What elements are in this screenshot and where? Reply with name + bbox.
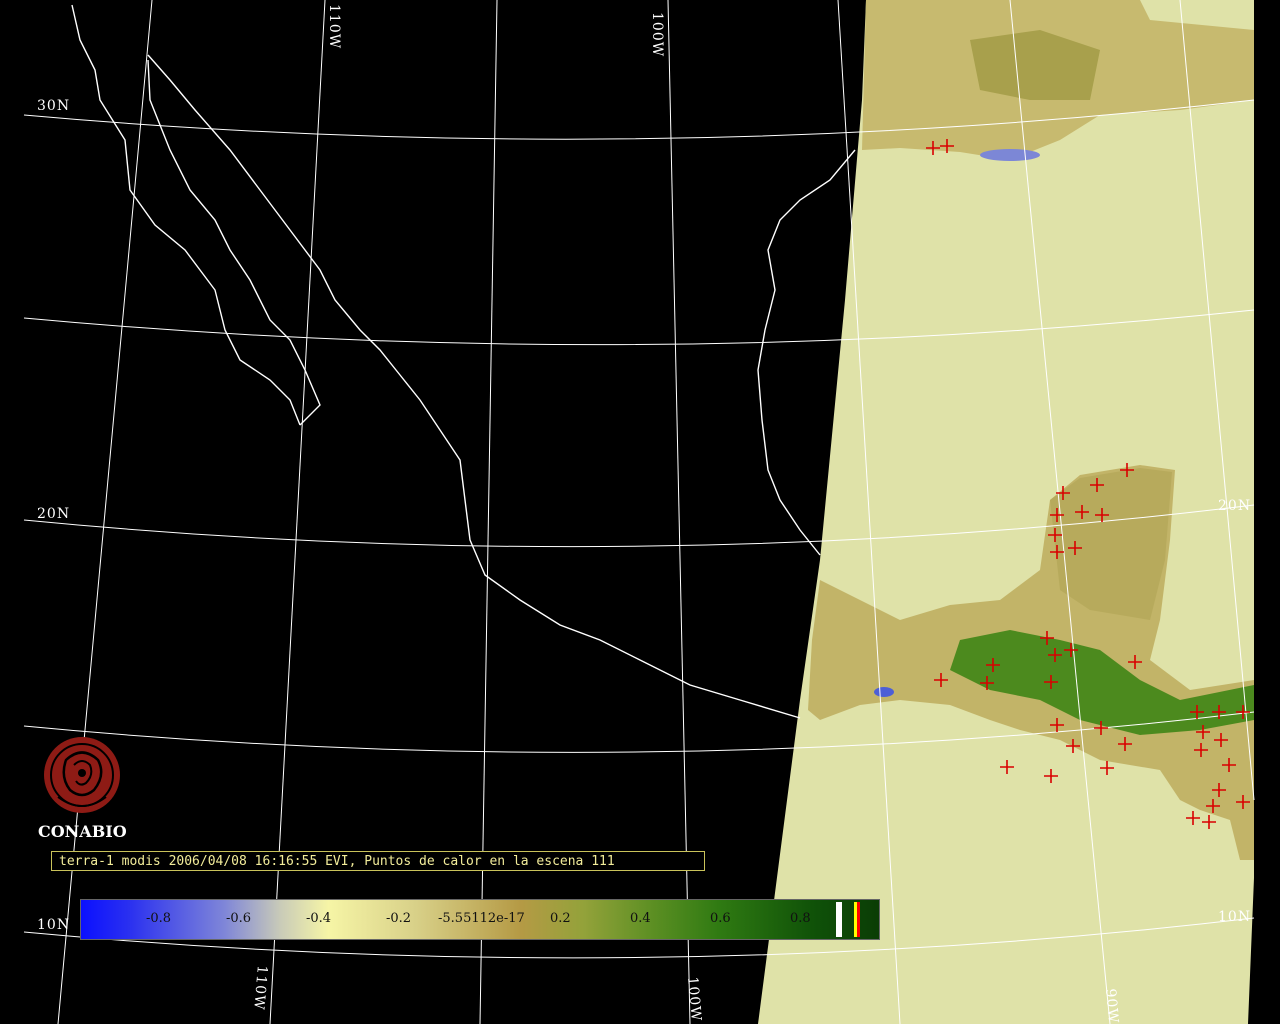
lat-label-30n: 30N <box>37 98 71 114</box>
colorbar-tick: -0.8 <box>146 911 172 926</box>
coastline-baja-east <box>147 59 321 426</box>
lat-label-10n-right: 10N <box>1218 909 1252 925</box>
colorbar-tick: 0.8 <box>790 911 811 926</box>
evi-colorbar: -0.8 -0.6 -0.4 -0.2 -5.55112e-17 0.2 0.4… <box>80 899 880 940</box>
water-body <box>874 687 894 697</box>
colorbar-tick: 0.2 <box>550 911 571 926</box>
coastlines <box>71 4 856 719</box>
conabio-logo-text: CONABIO <box>38 822 127 841</box>
colorbar-swatch-white <box>836 902 842 937</box>
satellite-map-view: 30N 20N 20N 10N 10N 110W 100W 110W 100W … <box>0 0 1280 1024</box>
lat-label-20n: 20N <box>37 506 71 522</box>
lon-label-90w-bottom: 90W <box>1102 988 1122 1024</box>
lat-label-10n: 10N <box>37 917 71 933</box>
lon-label-110w-top: 110W <box>326 4 342 50</box>
scene-caption: terra-1 modis 2006/04/08 16:16:55 EVI, P… <box>51 851 705 871</box>
coastline-mainland-west <box>147 54 801 719</box>
colorbar-tick: -5.55112e-17 <box>438 911 525 926</box>
colorbar-swatch-red <box>857 902 860 937</box>
colorbar-tick: -0.2 <box>386 911 412 926</box>
colorbar-tick: -0.6 <box>226 911 252 926</box>
lon-label-100w-top: 100W <box>649 12 665 58</box>
conabio-logo-icon <box>44 737 120 813</box>
water-body <box>980 149 1040 161</box>
coastline-baja-west <box>71 4 301 426</box>
colorbar-tick: 0.4 <box>630 911 651 926</box>
colorbar-tick: -0.4 <box>306 911 332 926</box>
colorbar-tick: 0.6 <box>710 911 731 926</box>
lat-label-20n-right: 20N <box>1218 498 1252 514</box>
